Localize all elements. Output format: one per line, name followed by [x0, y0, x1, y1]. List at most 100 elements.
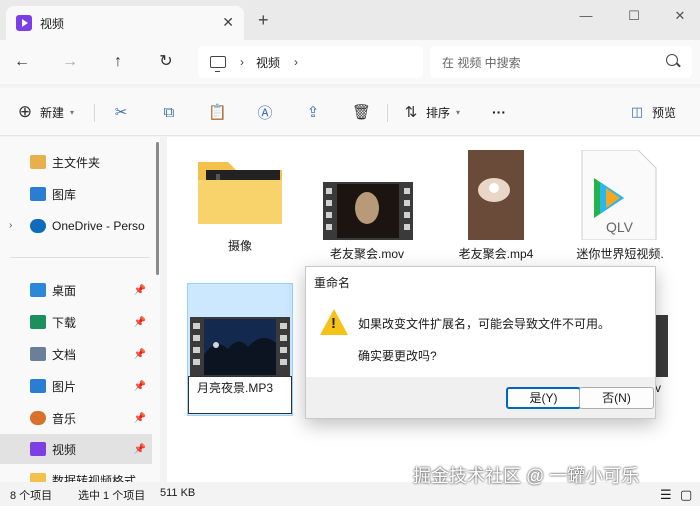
breadcrumb-chevron[interactable]: › [294, 55, 298, 69]
sidebar-item-pictures[interactable]: 图片 📌 [0, 371, 152, 401]
details-view-icon[interactable]: ☰ [660, 487, 672, 503]
minimize-button[interactable]: — [576, 6, 596, 26]
address-input[interactable]: › 视频 › [198, 46, 423, 78]
picture-icon [30, 379, 46, 393]
cut-icon: ✂ [114, 104, 128, 121]
sidebar-item-label: 主文件夹 [52, 155, 101, 170]
divider [94, 104, 95, 122]
music-icon [30, 411, 46, 425]
sidebar-item-label: 图片 [52, 379, 77, 394]
video-thumbnail [323, 182, 413, 240]
up-button[interactable]: ↑ [106, 50, 130, 74]
search-icon[interactable] [666, 54, 678, 66]
new-button[interactable]: ⊕ 新建 ▾ [16, 100, 74, 124]
sidebar-item-label: 文档 [52, 347, 77, 362]
paste-button[interactable]: 📋 [208, 100, 227, 124]
refresh-button[interactable]: ↻ [154, 50, 178, 74]
title-bar: 视频 ✕ + — ☐ ✕ [0, 0, 700, 40]
sidebar-item-videos[interactable]: 视频 📌 [0, 434, 152, 464]
sidebar-item-label: OneDrive - Perso [52, 219, 145, 233]
file-name: 迷你世界短视频. [576, 247, 664, 261]
share-button[interactable]: ⇪ [304, 100, 322, 124]
sidebar-item-label: 视频 [52, 442, 77, 457]
sidebar-item-label: 图库 [52, 187, 77, 202]
folder-icon [30, 473, 46, 482]
address-bar-row: ← → ↑ ↻ › 视频 › 在 视频 中搜索 [0, 40, 700, 84]
file-name: 老友聚会.mp4 [458, 247, 534, 261]
breadcrumb-separator[interactable]: › [240, 55, 244, 69]
sidebar-item-desktop[interactable]: 桌面 📌 [0, 275, 152, 305]
divider [10, 257, 150, 258]
forward-button[interactable]: → [58, 50, 82, 74]
search-input[interactable]: 在 视频 中搜索 [430, 46, 692, 78]
qlv-label: QLV [606, 219, 634, 235]
yes-button[interactable]: 是(Y) [506, 387, 581, 409]
divider [387, 104, 388, 122]
file-item-video[interactable] [190, 315, 290, 380]
preview-pane-icon: ◫ [630, 104, 644, 119]
preview-button[interactable]: ◫ 预览 [628, 100, 676, 124]
no-button[interactable]: 否(N) [579, 387, 654, 409]
desktop-icon [30, 283, 46, 297]
file-item-video[interactable]: 老友聚会.mov [313, 150, 421, 262]
delete-button[interactable]: 🗑 [352, 100, 372, 124]
paste-icon: 📋 [208, 104, 227, 121]
sidebar-item-onedrive[interactable]: OneDrive - Perso [0, 211, 152, 241]
copy-icon: ⧉ [163, 103, 175, 121]
sort-icon: ⇅ [404, 104, 418, 121]
pin-icon[interactable]: 📌 [134, 285, 146, 296]
gallery-icon [30, 187, 46, 201]
share-icon: ⇪ [306, 104, 320, 121]
tiles-view-icon[interactable]: ▢ [680, 487, 692, 503]
home-icon [30, 155, 46, 169]
pin-icon[interactable]: 📌 [134, 444, 146, 455]
tab-title: 视频 [40, 16, 65, 31]
file-item-video[interactable]: 老友聚会.mp4 [442, 150, 550, 262]
video-thumbnail [468, 150, 524, 240]
sidebar-item-music[interactable]: 音乐 📌 [0, 403, 152, 433]
sidebar-item-downloads[interactable]: 下载 📌 [0, 307, 152, 337]
pin-icon[interactable]: 📌 [134, 349, 146, 360]
cloud-icon [30, 219, 46, 233]
video-thumbnail [190, 317, 290, 377]
plus-circle-icon: ⊕ [17, 102, 33, 121]
back-button[interactable]: ← [10, 50, 34, 74]
copy-button[interactable]: ⧉ [160, 100, 178, 124]
delete-icon: 🗑 [352, 104, 372, 121]
sidebar-item-gallery[interactable]: 图库 [0, 179, 152, 209]
maximize-button[interactable]: ☐ [624, 6, 644, 26]
pin-icon[interactable]: 📌 [134, 317, 146, 328]
sort-label: 排序 [426, 105, 451, 120]
rename-button[interactable]: Ⓐ [256, 100, 274, 124]
more-options-button[interactable]: ··· [492, 100, 506, 124]
sidebar-scrollbar[interactable] [156, 142, 159, 275]
pin-icon[interactable]: 📌 [134, 381, 146, 392]
rename-field[interactable]: 月亮夜景.MP3 [188, 376, 292, 414]
cut-button[interactable]: ✂ [112, 100, 130, 124]
sort-button[interactable]: ⇅ 排序 ▾ [402, 100, 460, 124]
sidebar-item-label: 音乐 [52, 411, 77, 426]
close-window-button[interactable]: ✕ [670, 6, 690, 26]
file-item-folder[interactable]: 摄像 [186, 150, 294, 254]
pin-icon[interactable]: 📌 [134, 413, 146, 424]
new-tab-button[interactable]: + [258, 10, 269, 31]
breadcrumb-videos[interactable]: 视频 [256, 54, 280, 71]
sidebar-item-label: 下载 [52, 315, 77, 330]
document-icon [30, 347, 46, 361]
selection-info: 选中 1 个项目 [78, 490, 146, 502]
rename-icon: Ⓐ [257, 104, 273, 122]
chevron-down-icon: ▾ [70, 107, 75, 117]
sidebar-item-documents[interactable]: 文档 📌 [0, 339, 152, 369]
tab-videos[interactable]: 视频 ✕ [6, 6, 244, 40]
tab-close-icon[interactable]: ✕ [222, 14, 234, 31]
chevron-down-icon: ▾ [456, 107, 461, 117]
rename-value: 月亮夜景.MP3 [197, 381, 274, 395]
selection-size: 511 KB [160, 487, 196, 499]
sidebar-item-home[interactable]: 主文件夹 [0, 147, 152, 177]
command-bar: ⊕ 新建 ▾ ✂ ⧉ 📋 Ⓐ ⇪ 🗑 ⇅ 排序 ▾ ··· ◫ 预览 [0, 88, 700, 136]
file-item-video[interactable]: QLV 迷你世界短视频. [566, 149, 674, 262]
sidebar-item-folder[interactable]: 数据转视频格式 [0, 465, 152, 482]
preview-label: 预览 [652, 105, 677, 120]
dialog-title: 重命名 [306, 267, 655, 295]
this-pc-icon[interactable] [210, 56, 226, 72]
